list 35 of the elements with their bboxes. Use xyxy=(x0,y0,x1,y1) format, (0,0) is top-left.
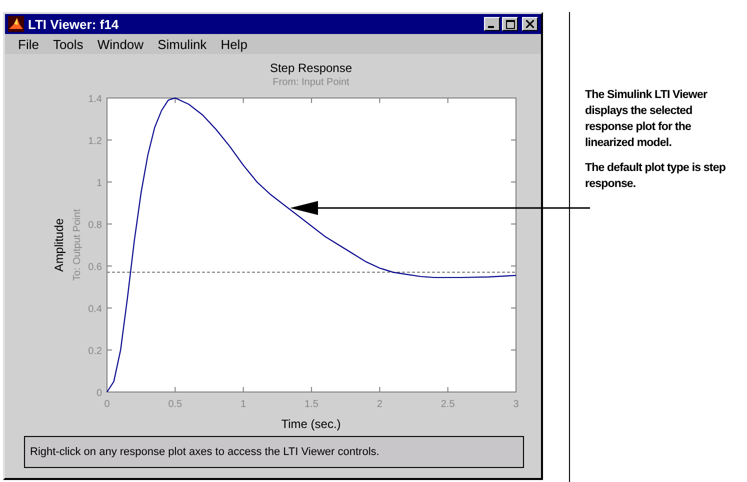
y-tick-label: 0 xyxy=(96,388,102,399)
x-tick-label: 3 xyxy=(513,399,519,410)
maximize-button[interactable] xyxy=(502,17,518,31)
menu-item[interactable]: Tools xyxy=(46,36,90,52)
close-button[interactable] xyxy=(522,17,538,31)
y-tick-label: 1 xyxy=(96,178,102,189)
callout-text: The Simulink LTI Viewer displays the selected response plot for the linearized model. xyxy=(585,88,708,151)
callout-text: The default plot type is step response. xyxy=(585,161,726,192)
x-tick-label: 0 xyxy=(104,399,110,410)
x-tick-label: 2 xyxy=(376,399,382,410)
app-icon xyxy=(8,16,24,32)
y-tick-label: 1.2 xyxy=(88,136,102,147)
minimize-button[interactable] xyxy=(484,17,500,31)
y-tick-label: 0.2 xyxy=(88,346,102,357)
status-message: Right-click on any response plot axes to access the LTI Viewer controls. xyxy=(24,436,524,468)
output-label: To: Output Point xyxy=(72,209,83,281)
y-axis-label: Amplitude xyxy=(52,218,66,272)
menu-item[interactable]: File xyxy=(11,36,46,52)
window-title: LTI Viewer: f14 xyxy=(28,16,119,32)
close-icon xyxy=(526,20,534,28)
x-tick-label: 1.5 xyxy=(304,399,318,410)
menu-item[interactable]: Simulink xyxy=(150,36,214,52)
input-label: From: Input Point xyxy=(272,77,350,88)
x-tick-label: 1 xyxy=(240,399,246,410)
maximize-icon xyxy=(506,20,514,28)
y-tick-label: 0.6 xyxy=(88,262,102,273)
chart-title: Step Response xyxy=(270,61,352,75)
y-tick-label: 0.8 xyxy=(88,220,102,231)
y-tick-label: 1.4 xyxy=(88,94,102,105)
x-tick-label: 2.5 xyxy=(440,399,455,410)
menu-item[interactable]: Help xyxy=(214,36,254,52)
x-tick-label: 0.5 xyxy=(168,399,182,410)
menu-item[interactable]: Window xyxy=(90,36,151,52)
x-axis-label: Time (sec.) xyxy=(281,417,341,431)
y-tick-label: 0.4 xyxy=(88,304,102,315)
